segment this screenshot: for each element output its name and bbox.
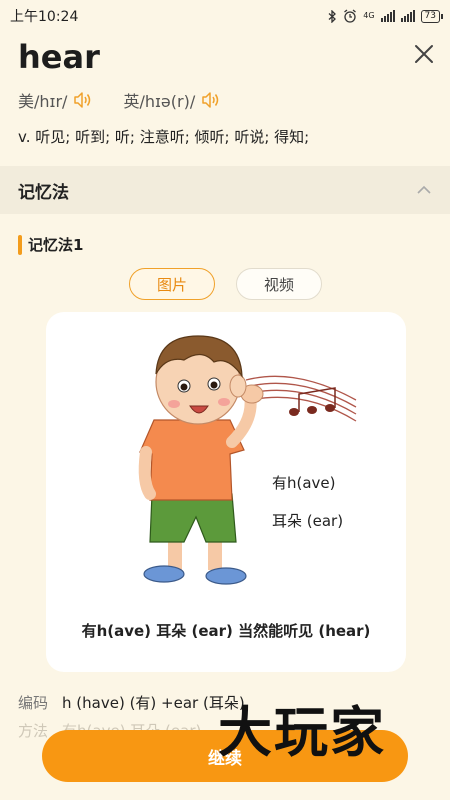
uk-phonetic: 英/hɪə(r)/: [123, 92, 196, 111]
mnemonic-image-card: 有h(ave) 耳朵 (ear) 有h(ave) 耳朵 (ear) 当然能听见 …: [46, 312, 406, 672]
signal-icon: [380, 10, 395, 22]
tab-video[interactable]: 视频: [236, 268, 322, 300]
network-type: 4G: [363, 11, 375, 20]
word-meaning: v. 听见; 听到; 听; 注意听; 倾听; 听说; 得知;: [18, 128, 310, 146]
mnemonic-section-header[interactable]: 记忆法: [0, 166, 450, 214]
speaker-icon[interactable]: [73, 91, 93, 109]
pronunciation-row: 美/hɪr/ 英/hɪə(r)/: [18, 88, 221, 112]
status-time: 上午10:24: [10, 9, 79, 25]
us-pronunciation[interactable]: 美/hɪr/: [18, 88, 93, 112]
tab-picture[interactable]: 图片: [129, 268, 215, 300]
speaker-icon[interactable]: [201, 91, 221, 109]
code-row: 编码 h (have) (有) +ear (耳朵): [18, 692, 245, 713]
uk-pronunciation[interactable]: 英/hɪə(r)/: [123, 88, 221, 112]
mnemonic-label: 记忆法1: [18, 234, 83, 255]
image-text-ear: 耳朵 (ear): [272, 512, 344, 530]
battery-icon: 73: [420, 9, 444, 23]
method-key: 方法: [18, 722, 49, 740]
accent-bar: [18, 234, 22, 255]
status-bar: 上午10:24 4G 73: [0, 0, 450, 32]
word-title: hear: [18, 38, 100, 76]
bluetooth-icon: [328, 9, 337, 23]
mnemonic-label-text: 记忆法1: [28, 236, 84, 254]
us-phonetic: 美/hɪr/: [18, 92, 68, 111]
image-caption: 有h(ave) 耳朵 (ear) 当然能听见 (hear): [81, 622, 371, 640]
signal-icon-2: [400, 10, 415, 22]
watermark-logo: 大玩家: [218, 701, 386, 764]
close-icon[interactable]: [414, 44, 434, 64]
section-title: 记忆法: [18, 182, 69, 203]
boy-listening-illustration: [138, 335, 357, 585]
code-key: 编码: [18, 694, 49, 712]
alarm-icon: [344, 9, 357, 23]
image-text-have: 有h(ave): [272, 474, 336, 492]
status-icons: 4G 73: [328, 9, 444, 23]
chevron-up-icon[interactable]: [416, 185, 432, 195]
